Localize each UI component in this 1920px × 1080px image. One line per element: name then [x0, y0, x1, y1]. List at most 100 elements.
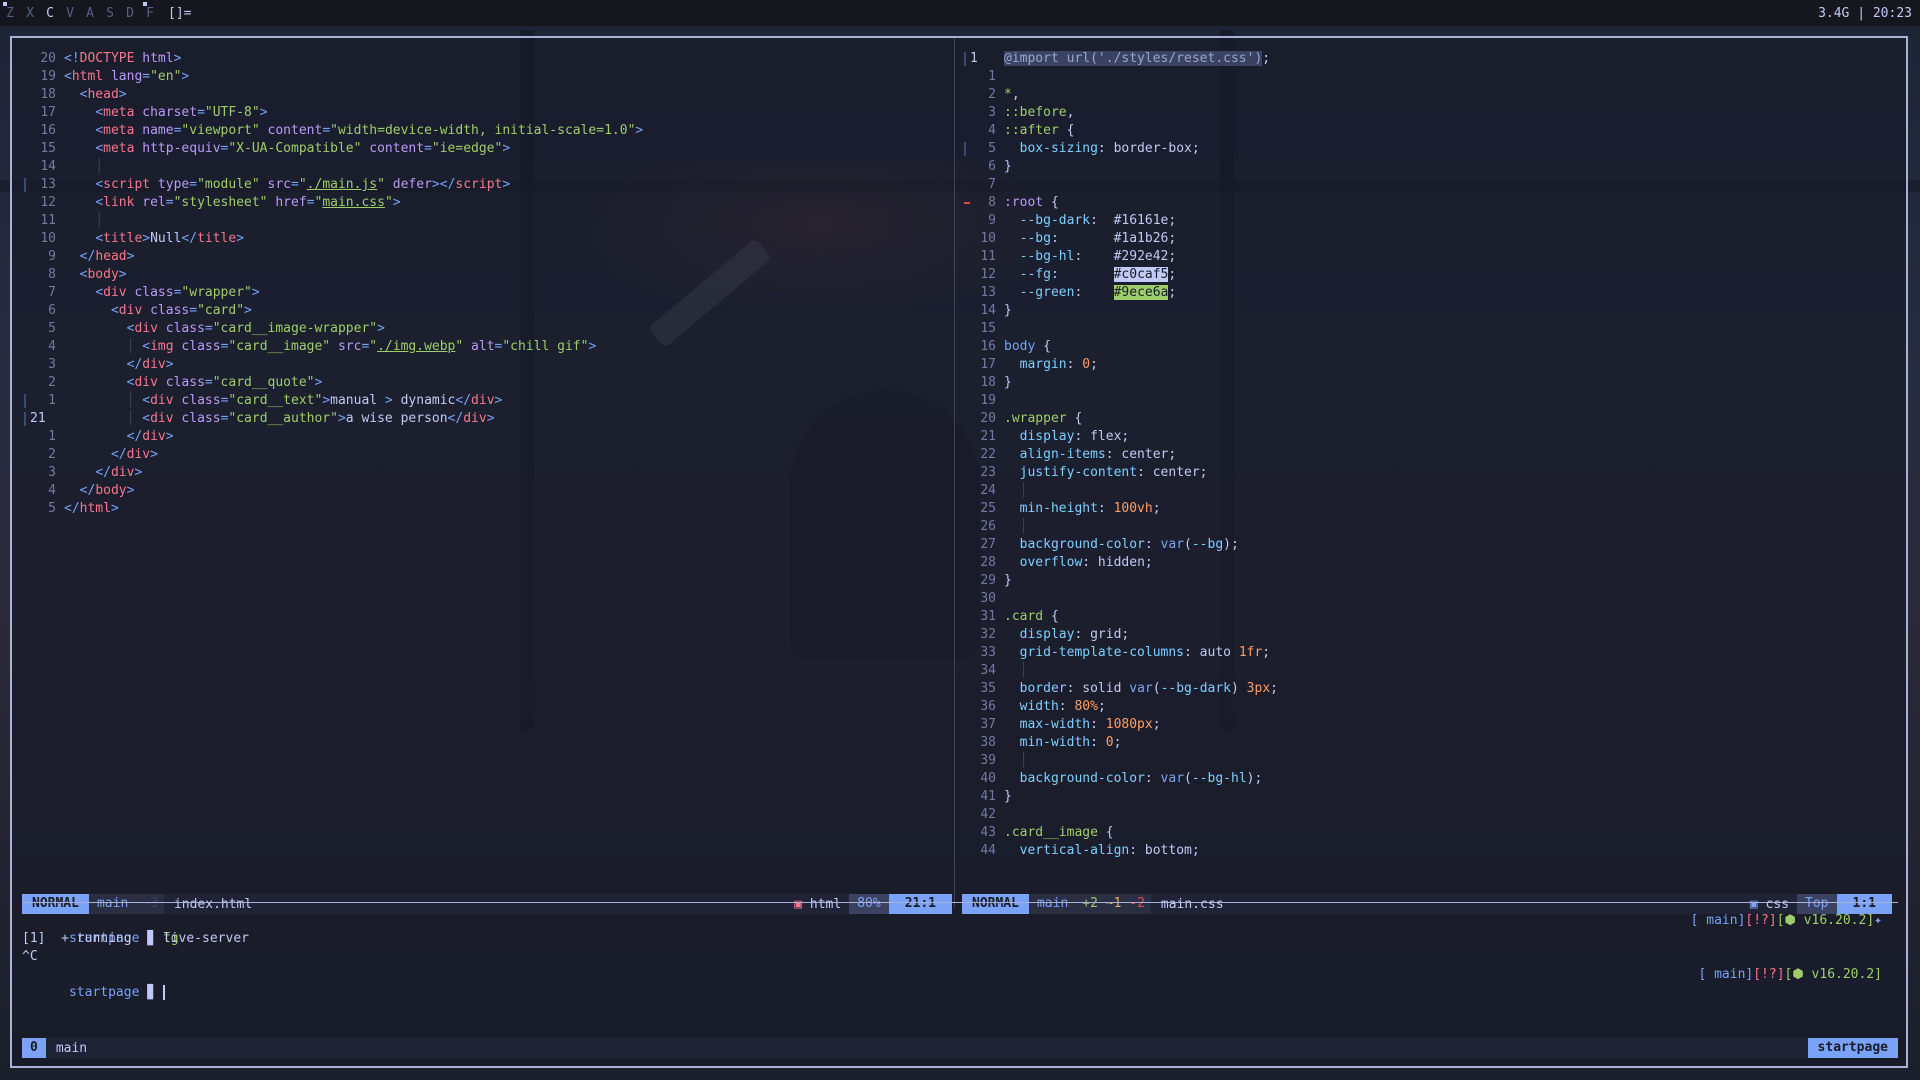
code-line[interactable]: 16 body { — [962, 338, 1900, 356]
workspace-v[interactable]: V — [60, 6, 80, 21]
code-line[interactable]: 7 <div class="wrapper"> — [22, 284, 960, 302]
code-line[interactable]: 9 --bg-dark: #16161e; — [962, 212, 1900, 230]
code-line[interactable]: 42 — [962, 806, 1900, 824]
code-line[interactable]: 6} — [962, 158, 1900, 176]
code-line[interactable]: 19 <html lang="en"> — [22, 68, 960, 86]
code-line[interactable]: 39 │ — [962, 752, 1900, 770]
editor-pane-html[interactable]: 20 <!DOCTYPE html> 19 <html lang="en"> 18 <h… — [22, 50, 960, 870]
code-line[interactable]: 41} — [962, 788, 1900, 806]
code-line[interactable]: 44 vertical-align: bottom; — [962, 842, 1900, 860]
code-line[interactable]: 1 </div> — [22, 428, 960, 446]
code-line[interactable]: 35 border: solid var(--bg-dark) 3px; — [962, 680, 1900, 698]
horizontal-split[interactable] — [22, 902, 1898, 903]
code-line[interactable]: 14 │ — [22, 158, 960, 176]
code-line[interactable]: 13 <script type="module" src="./main.js"… — [22, 176, 960, 194]
code-line[interactable]: 4 </body> — [22, 482, 960, 500]
terminal-window[interactable]: 20 <!DOCTYPE html> 19 <html lang="en"> 18 <h… — [10, 36, 1908, 1068]
code-line[interactable]: 5 <div class="card__image-wrapper"> — [22, 320, 960, 338]
code-line[interactable]: 25 min-height: 100vh; — [962, 500, 1900, 518]
workspace-c[interactable]: C — [40, 6, 60, 21]
code-line[interactable]: 3 </div> — [22, 356, 960, 374]
code-line[interactable]: 5 box-sizing: border-box; — [962, 140, 1900, 158]
code-line[interactable]: 28 overflow: hidden; — [962, 554, 1900, 572]
code-line[interactable]: 3::before, — [962, 104, 1900, 122]
code-token: </ — [126, 357, 143, 372]
code-line[interactable]: 33 grid-template-columns: auto 1fr; — [962, 644, 1900, 662]
window-name[interactable]: main — [46, 1041, 97, 1056]
workspace-z[interactable]: Z — [0, 1, 20, 21]
code-line[interactable]: 12 <link rel="stylesheet" href="main.css… — [22, 194, 960, 212]
code-line[interactable]: 8 <body> — [22, 266, 960, 284]
code-line[interactable]: 29} — [962, 572, 1900, 590]
code-line[interactable]: 32 display: grid; — [962, 626, 1900, 644]
code-line[interactable]: 11 --bg-hl: #292e42; — [962, 248, 1900, 266]
code-line[interactable]: 2 *, — [962, 86, 1900, 104]
code-line[interactable]: 10 <title>Null</title> — [22, 230, 960, 248]
code-line[interactable]: 8:root { — [962, 194, 1900, 212]
code-line[interactable]: 1 @import url('./styles/reset.css'); — [962, 50, 1900, 68]
code-line[interactable]: 17 margin: 0; — [962, 356, 1900, 374]
code-line[interactable]: 36 width: 80%; — [962, 698, 1900, 716]
code-line[interactable]: 7 — [962, 176, 1900, 194]
rprompt-node: [⬢ v16.20.2] — [1784, 967, 1882, 982]
code-token: : auto — [1184, 645, 1239, 660]
code-line[interactable]: 10 --bg: #1a1b26; — [962, 230, 1900, 248]
code-line[interactable]: 38 min-width: 0; — [962, 734, 1900, 752]
code-token: class — [126, 285, 174, 300]
code-token: > — [134, 465, 143, 480]
code-line[interactable]: 13 --green: #9ece6a; — [962, 284, 1900, 302]
code-line[interactable]: 9 </head> — [22, 248, 960, 266]
shell-line[interactable]: startpage ▊ [ main][!?][⬢ v16.20.2] — [22, 966, 1902, 1000]
code-line[interactable]: 18 <head> — [22, 86, 960, 104]
code-line[interactable]: 14} — [962, 302, 1900, 320]
code-line[interactable]: 27 background-color: var(--bg); — [962, 536, 1900, 554]
code-line[interactable]: 23 justify-content: center; — [962, 464, 1900, 482]
code-line[interactable]: 5 </html> — [22, 500, 960, 518]
shell-pane[interactable]: startpage ▊ fg [ main][!?][⬢ v16.20.2]✦ … — [22, 912, 1902, 1032]
code-line[interactable]: 34 │ — [962, 662, 1900, 680]
code-line[interactable]: 3 </div> — [22, 464, 960, 482]
code-line[interactable]: 4::after { — [962, 122, 1900, 140]
workspace-a[interactable]: A — [80, 6, 100, 21]
code-line[interactable]: 31 .card { — [962, 608, 1900, 626]
code-line[interactable]: 21 display: flex; — [962, 428, 1900, 446]
code-line[interactable]: 12 --fg: #c0caf5; — [962, 266, 1900, 284]
code-token: ; — [1168, 285, 1177, 300]
code-line[interactable]: 15 <meta http-equiv = "X-UA-Compatible" co… — [22, 140, 960, 158]
code-line[interactable]: 21 │ <div class="card__author">a wise pe… — [22, 410, 960, 428]
code-line[interactable]: 2 <div class="card__quote"> — [22, 374, 960, 392]
code-line[interactable]: 40 background-color: var(--bg-hl); — [962, 770, 1900, 788]
workspace-s[interactable]: S — [100, 6, 120, 21]
code-line[interactable]: 4 │ <img class="card__image" src="./img.… — [22, 338, 960, 356]
code-line[interactable]: 1 — [962, 68, 1900, 86]
code-line[interactable]: 2 </div> — [22, 446, 960, 464]
text-cursor[interactable] — [162, 985, 165, 1000]
code-line[interactable]: 6 <div class="card"> — [22, 302, 960, 320]
workspace-x[interactable]: X — [20, 6, 40, 21]
code-line[interactable]: 20 .wrapper { — [962, 410, 1900, 428]
code-line[interactable]: 24 │ — [962, 482, 1900, 500]
code-line[interactable]: 26 │ — [962, 518, 1900, 536]
layout-indicator[interactable]: []= — [168, 6, 191, 21]
workspace-f[interactable]: F — [140, 1, 160, 21]
code-line[interactable]: 43 .card__image { — [962, 824, 1900, 842]
code-line[interactable]: 17 <meta charset="UTF-8"> — [22, 104, 960, 122]
code-line[interactable]: 11 │ — [22, 212, 960, 230]
code-line[interactable]: 15 — [962, 320, 1900, 338]
code-line[interactable]: 20 <!DOCTYPE html> — [22, 50, 960, 68]
line-number: 16 — [980, 339, 996, 354]
code-line[interactable]: 1 │ <div class="card__text">manual > dyn… — [22, 392, 960, 410]
workspace-d[interactable]: D — [120, 6, 140, 21]
code-line[interactable]: 30 — [962, 590, 1900, 608]
code-line[interactable]: 37 max-width: 1080px; — [962, 716, 1900, 734]
editor-pane-css[interactable]: 1 @import url('./styles/reset.css'); 1 2 *, 3… — [962, 50, 1900, 870]
window-index[interactable]: 0 — [22, 1038, 46, 1058]
code-line[interactable]: 19 — [962, 392, 1900, 410]
code-line[interactable]: 22 align-items: center; — [962, 446, 1900, 464]
line-number: 1 — [48, 393, 56, 408]
code-token: > — [251, 285, 260, 300]
code-line[interactable]: 16 <meta name="viewport" content="width=… — [22, 122, 960, 140]
code-line[interactable]: 18} — [962, 374, 1900, 392]
